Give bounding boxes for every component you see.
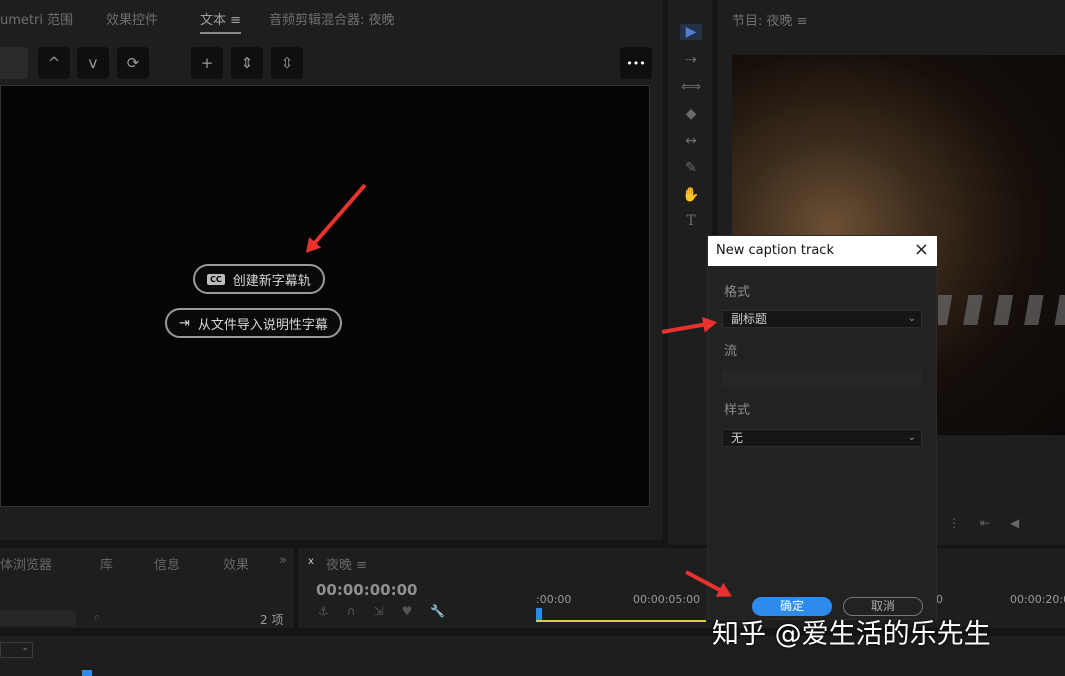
search-icon[interactable]: ⌕ [94, 610, 100, 624]
create-caption-track-label: 创建新字幕轨 [232, 273, 311, 289]
timeline-tool-icons[interactable]: ⚓∩⇲♥🔧 [318, 604, 463, 618]
dialog-header: New caption track × [708, 236, 937, 266]
timeline-title-text: 夜晚 [326, 558, 353, 573]
chevron-down-icon: ⌄ [907, 432, 916, 443]
track-dropdown[interactable]: ⌄ [0, 642, 33, 658]
watermark: 知乎 @爱生活的乐先生 [712, 619, 991, 650]
format-label: 格式 [724, 285, 751, 300]
ruler-label-3: 00:00:20:00 [1010, 593, 1065, 606]
track-playhead[interactable] [82, 670, 92, 676]
cc-icon: CC [207, 273, 225, 285]
tab-effect-controls[interactable]: 效果控件 [106, 9, 158, 28]
dialog-title: New caption track [716, 243, 834, 258]
razor-tool-icon[interactable]: ◆ [680, 106, 702, 122]
refresh-button[interactable]: ⟳ [117, 47, 149, 79]
tab-libraries[interactable]: 库 [100, 554, 113, 573]
add-caption-button[interactable]: + [191, 47, 223, 79]
tab-audio-clip-mixer[interactable]: 音频剪辑混合器: 夜晚 [269, 9, 395, 28]
close-icon[interactable]: × [914, 239, 929, 260]
import-captions-button[interactable]: ⇥ 从文件导入说明性字幕 [165, 308, 342, 338]
type-tool-icon[interactable]: T [680, 213, 702, 229]
tab-text-label: 文本 [200, 13, 227, 28]
tab-effects[interactable]: 效果 [223, 554, 249, 573]
ruler-label-0: :00:00 [536, 593, 572, 606]
overflow-tabs-button[interactable]: » [279, 553, 287, 568]
tab-media-browser[interactable]: 体浏览器 [0, 554, 52, 573]
close-timeline-button[interactable]: x [308, 556, 314, 567]
style-select[interactable]: 无 ⌄ [722, 429, 922, 447]
tab-text[interactable]: 文本 ≡ [200, 9, 242, 34]
timeline-title[interactable]: 夜晚 ≡ [326, 554, 367, 573]
format-select[interactable]: 副标题 ⌄ [722, 310, 922, 328]
tab-lumetri-scopes[interactable]: umetri 范围 [0, 9, 73, 28]
playback-controls: ⋮⇤◀ [948, 516, 1040, 530]
work-area-bar[interactable] [536, 620, 706, 622]
chevron-down-icon: ⌄ [907, 313, 916, 324]
format-value: 副标题 [731, 312, 768, 326]
crosswalk [938, 295, 1065, 325]
pen-tool-icon[interactable]: ✎ [680, 160, 702, 176]
program-title-text: 节目: 夜晚 [732, 14, 793, 29]
tab-info[interactable]: 信息 [154, 554, 180, 573]
captions-area [0, 85, 650, 507]
style-value: 无 [731, 431, 744, 445]
program-monitor-title[interactable]: 节目: 夜晚 ≡ [732, 10, 808, 29]
hand-tool-icon[interactable]: ✋ [680, 187, 702, 203]
ruler-label-1: 00:00:05:00 [633, 593, 701, 606]
previous-button[interactable]: ^ [38, 47, 70, 79]
project-panel: 体浏览器 库 信息 效果 » ⌕ 2 项 [0, 548, 294, 628]
search-field[interactable] [0, 47, 28, 79]
timecode[interactable]: 00:00:00:00 [316, 581, 418, 599]
selection-tool-icon[interactable]: ▶ [680, 24, 702, 40]
text-panel: umetri 范围 效果控件 文本 ≡ 音频剪辑混合器: 夜晚 ^ v ⟳ + … [0, 0, 663, 540]
stream-select [722, 370, 922, 388]
collapse-button[interactable]: ⇳ [271, 47, 303, 79]
slip-tool-icon[interactable]: ↔ [680, 133, 702, 149]
style-label: 样式 [724, 403, 751, 418]
stream-label: 流 [724, 344, 738, 359]
project-search-input[interactable] [0, 610, 76, 626]
import-icon: ⇥ [179, 315, 190, 331]
item-count: 2 项 [260, 613, 284, 627]
more-options-button[interactable]: ••• [620, 47, 652, 79]
ruler-label-2: 0 [936, 593, 943, 606]
expand-button[interactable]: ⇕ [231, 47, 263, 79]
import-captions-label: 从文件导入说明性字幕 [197, 317, 328, 333]
track-select-tool-icon[interactable]: ⇢ [680, 52, 702, 68]
next-button[interactable]: v [77, 47, 109, 79]
ripple-edit-tool-icon[interactable]: ⟺ [680, 79, 702, 95]
playhead[interactable] [536, 608, 542, 620]
create-caption-track-button[interactable]: CC 创建新字幕轨 [193, 264, 325, 294]
